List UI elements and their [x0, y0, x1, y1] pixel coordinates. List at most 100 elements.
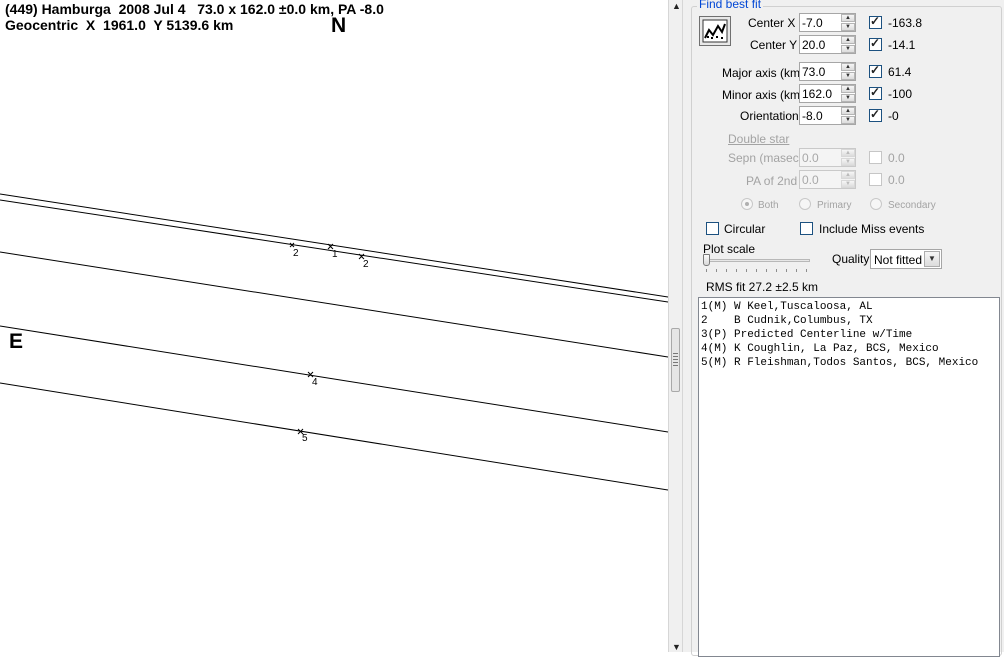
quality-label: Quality: [832, 252, 870, 266]
pa-2nd-value[interactable]: 0.0: [802, 173, 819, 187]
minor-axis-spinner[interactable]: 162.0 ▲ ▼: [799, 84, 856, 103]
occultation-plot[interactable]: 2 1 2 4 5 (449) Hamburga 2008 Jul 4 73.0…: [0, 0, 668, 652]
checkmark-icon: ✓: [870, 107, 881, 121]
orientation-value[interactable]: -8.0: [802, 109, 823, 123]
east-direction-label: E: [9, 330, 24, 353]
scroll-up-icon[interactable]: ▲: [672, 1, 681, 11]
center-x-value[interactable]: -7.0: [802, 16, 823, 30]
list-item[interactable]: 2 B Cudnik,Columbus, TX: [701, 315, 873, 328]
splitter-handle[interactable]: [671, 328, 680, 392]
double-star-link[interactable]: Double star: [728, 132, 789, 146]
minor-axis-value[interactable]: 162.0: [802, 87, 832, 101]
major-axis-label: Major axis (km): [722, 66, 805, 80]
scroll-down-icon[interactable]: ▼: [672, 642, 681, 652]
radio-primary[interactable]: [799, 198, 811, 210]
slider-tick: [766, 269, 767, 272]
circular-checkbox[interactable]: [706, 222, 719, 235]
fit-panel: Find best fit Center X -7.0 ▲ ▼ ✓ -163.8…: [683, 0, 1004, 657]
quality-dropdown[interactable]: Not fitted ▼: [870, 249, 942, 269]
slider-tick: [716, 269, 717, 272]
center-y-checkbox[interactable]: ✓: [869, 36, 882, 51]
plot-scale-track[interactable]: [704, 259, 810, 262]
center-y-result: -14.1: [888, 38, 916, 52]
sepn-value[interactable]: 0.0: [802, 151, 819, 165]
find-best-fit-title: Find best fit: [697, 0, 764, 11]
orientation-spinner[interactable]: -8.0 ▲ ▼: [799, 106, 856, 125]
center-x-up-icon[interactable]: ▲: [841, 14, 855, 22]
center-y-down-icon[interactable]: ▼: [841, 45, 855, 53]
radio-both[interactable]: [741, 198, 753, 210]
center-x-result: -163.8: [888, 16, 923, 30]
list-item[interactable]: 4(M) K Coughlin, La Paz, BCS, Mexico: [701, 343, 939, 356]
fit-chart-icon: [702, 19, 728, 43]
list-item[interactable]: 3(P) Predicted Centerline w/Time: [701, 329, 912, 342]
center-x-spinner[interactable]: -7.0 ▲ ▼: [799, 13, 856, 32]
sepn-down-icon[interactable]: ▼: [841, 158, 855, 166]
plot-title: (449) Hamburga 2008 Jul 4 73.0 x 162.0 ±…: [5, 1, 384, 17]
chord-line-5: [0, 382, 668, 491]
minor-axis-result: -100: [888, 87, 913, 101]
circular-label: Circular: [724, 222, 766, 236]
chord-label-1: 1: [332, 249, 338, 260]
fit-button[interactable]: [699, 16, 731, 46]
north-direction-label: N: [331, 14, 347, 37]
minor-axis-label: Minor axis (km): [722, 88, 805, 102]
pa-2nd-spinner[interactable]: 0.0 ▲ ▼: [799, 170, 856, 189]
plot-scale-slider-thumb[interactable]: [703, 254, 710, 266]
minor-axis-up-icon[interactable]: ▲: [841, 85, 855, 93]
major-axis-spinner[interactable]: 73.0 ▲ ▼: [799, 62, 856, 81]
rms-fit-text: RMS fit 27.2 ±2.5 km: [706, 280, 818, 294]
chord-label-2b: 2: [363, 259, 369, 270]
sepn-spinner[interactable]: 0.0 ▲ ▼: [799, 148, 856, 167]
include-miss-checkbox[interactable]: [800, 222, 813, 235]
chord-line-1a: [0, 193, 668, 298]
sepn-checkbox[interactable]: [869, 151, 882, 164]
slider-tick: [736, 269, 737, 272]
slider-tick: [776, 269, 777, 272]
radio-primary-label: Primary: [817, 200, 852, 211]
grip-icon: [673, 353, 678, 367]
pa-2nd-checkbox[interactable]: [869, 173, 882, 186]
center-x-down-icon[interactable]: ▼: [841, 23, 855, 31]
slider-tick: [786, 269, 787, 272]
observer-list[interactable]: 1(M) W Keel,Tuscaloosa, AL 2 B Cudnik,Co…: [698, 297, 1000, 657]
radio-secondary[interactable]: [870, 198, 882, 210]
list-item[interactable]: 1(M) W Keel,Tuscaloosa, AL: [701, 301, 873, 314]
plot-scale-label: Plot scale: [703, 242, 756, 256]
orientation-up-icon[interactable]: ▲: [841, 107, 855, 115]
sepn-up-icon[interactable]: ▲: [841, 149, 855, 157]
slider-tick: [796, 269, 797, 272]
orientation-checkbox[interactable]: ✓: [869, 107, 882, 122]
chord-label-4: 4: [312, 377, 318, 388]
pa-2nd-result: 0.0: [888, 173, 905, 187]
pa-2nd-label: PA of 2nd: [746, 174, 798, 188]
center-y-spinner[interactable]: 20.0 ▲ ▼: [799, 35, 856, 54]
chord-line-3: [0, 251, 668, 358]
checkmark-icon: ✓: [870, 14, 881, 28]
orientation-result: -0: [888, 109, 899, 123]
list-item[interactable]: 5(M) R Fleishman,Todos Santos, BCS, Mexi…: [701, 357, 978, 370]
slider-tick: [806, 269, 807, 272]
major-axis-up-icon[interactable]: ▲: [841, 63, 855, 71]
chevron-down-icon[interactable]: ▼: [924, 251, 940, 267]
minor-axis-checkbox[interactable]: ✓: [869, 85, 882, 100]
geocentric-coordinates: Geocentric X 1961.0 Y 5139.6 km: [5, 17, 234, 33]
major-axis-down-icon[interactable]: ▼: [841, 72, 855, 80]
panel-splitter[interactable]: ▲ ▼: [668, 0, 683, 652]
radio-selected-dot: [745, 202, 749, 206]
pa-2nd-up-icon[interactable]: ▲: [841, 171, 855, 179]
orientation-down-icon[interactable]: ▼: [841, 116, 855, 124]
minor-axis-down-icon[interactable]: ▼: [841, 94, 855, 102]
center-y-label: Center Y: [750, 38, 798, 52]
pa-2nd-down-icon[interactable]: ▼: [841, 180, 855, 188]
radio-secondary-label: Secondary: [888, 200, 936, 211]
chord-line-4: [0, 325, 668, 433]
orientation-label: Orientation: [740, 109, 799, 123]
slider-tick: [746, 269, 747, 272]
center-y-up-icon[interactable]: ▲: [841, 36, 855, 44]
checkmark-icon: ✓: [870, 85, 881, 99]
major-axis-checkbox[interactable]: ✓: [869, 63, 882, 78]
center-y-value[interactable]: 20.0: [802, 38, 825, 52]
major-axis-value[interactable]: 73.0: [802, 65, 825, 79]
center-x-checkbox[interactable]: ✓: [869, 14, 882, 29]
